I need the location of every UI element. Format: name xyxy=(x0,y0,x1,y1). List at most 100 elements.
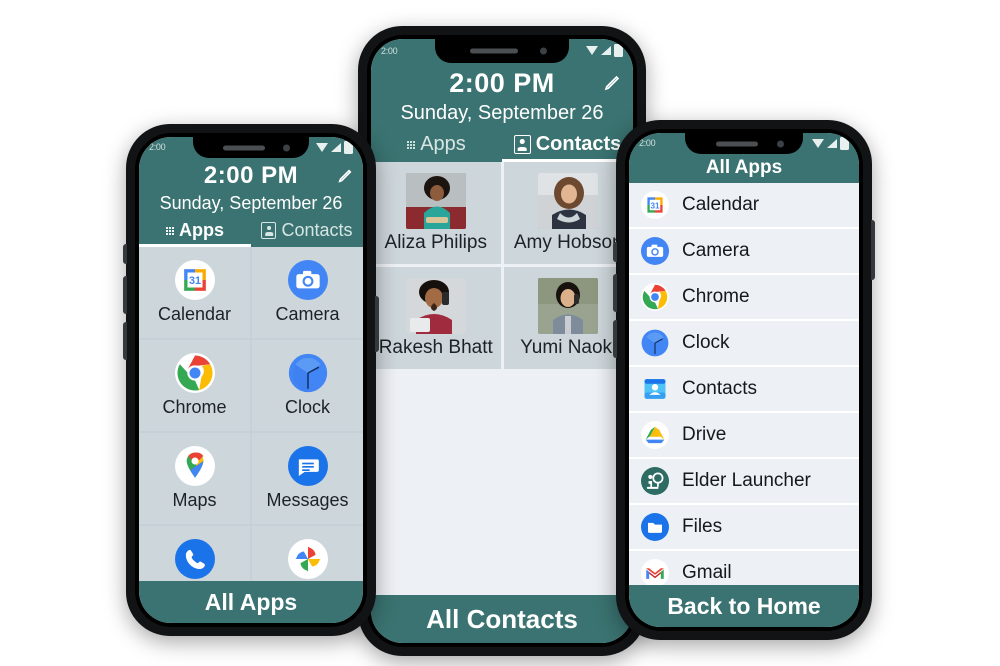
back-to-home-button-label: Back to Home xyxy=(667,592,821,619)
list-item[interactable]: Camera xyxy=(629,229,859,275)
maps-icon xyxy=(174,446,215,486)
list-item[interactable]: 31 Calendar xyxy=(629,183,859,229)
elder-launcher-icon xyxy=(641,467,669,495)
app-tile-chrome[interactable]: Chrome xyxy=(139,340,250,431)
clock-time: 2:00 PM xyxy=(449,67,555,98)
back-to-home-button[interactable]: Back to Home xyxy=(629,585,859,627)
signal-icon xyxy=(331,142,341,152)
phone-notch xyxy=(193,137,309,158)
list-item[interactable]: Gmail xyxy=(629,551,859,585)
app-tile-calendar[interactable]: 31 Calendar xyxy=(139,247,250,338)
contact-cell[interactable]: Aliza Philips xyxy=(371,162,501,264)
wifi-icon xyxy=(812,138,824,148)
pencil-icon[interactable] xyxy=(603,74,621,92)
list-item[interactable]: Files xyxy=(629,505,859,551)
apps-grid-icon xyxy=(166,226,174,235)
svg-text:31: 31 xyxy=(650,202,660,211)
camera-icon xyxy=(641,237,669,265)
messages-icon xyxy=(287,446,328,486)
earpiece-speaker xyxy=(223,145,265,150)
phone-mockup-all-apps: 2:00 All Apps 31 Calendar Camera Chrome … xyxy=(613,120,875,640)
phone-side-button-volume-down[interactable] xyxy=(613,320,617,358)
phone-side-button-mute[interactable] xyxy=(123,244,127,264)
phone-notch xyxy=(685,133,803,154)
list-item-label: Chrome xyxy=(682,286,750,307)
app-tile-clock[interactable]: Clock xyxy=(252,340,363,431)
tab-apps[interactable]: Apps xyxy=(371,133,502,162)
contact-name: Amy Hobson xyxy=(513,231,623,253)
tab-apps[interactable]: Apps xyxy=(139,220,251,247)
clock-icon xyxy=(288,353,328,393)
photos-icon xyxy=(287,539,328,579)
app-tile-label: Calendar xyxy=(157,304,232,324)
phone-side-button-power[interactable] xyxy=(871,220,875,280)
tab-contacts[interactable]: Contacts xyxy=(502,133,633,162)
list-item-label: Elder Launcher xyxy=(682,470,811,491)
phone-screen: 2:00 All Apps 31 Calendar Camera Chrome … xyxy=(629,133,859,627)
contact-cell[interactable]: Rakesh Bhatt xyxy=(371,267,501,369)
phone-mockup-home: 2:00 2:00 PM Sunday, September 26 Apps C… xyxy=(123,124,379,636)
contacts-card-icon xyxy=(513,135,531,154)
phone-side-button-power[interactable] xyxy=(375,296,379,352)
chrome-icon xyxy=(174,353,215,393)
phone-side-button-volume-up[interactable] xyxy=(613,274,617,312)
all-apps-list[interactable]: 31 Calendar Camera Chrome Clock Contacts… xyxy=(629,183,859,585)
clock-row: 2:00 PM xyxy=(371,64,633,102)
wifi-icon xyxy=(586,46,598,55)
app-tile-messages[interactable]: Messages xyxy=(252,433,363,524)
list-item-label: Drive xyxy=(682,424,727,445)
phone-side-button-mute[interactable] xyxy=(613,242,617,262)
app-tile-camera[interactable]: Camera xyxy=(252,247,363,338)
list-item[interactable]: Drive xyxy=(629,413,859,459)
contact-photo-rakesh xyxy=(405,277,466,334)
calendar-icon: 31 xyxy=(641,191,669,219)
files-icon xyxy=(641,513,669,541)
pencil-icon[interactable] xyxy=(337,168,353,184)
contacts-app-icon xyxy=(641,375,669,403)
tab-contacts-label: Contacts xyxy=(535,133,622,155)
all-apps-button-label: All Apps xyxy=(204,588,298,615)
phone-mockup-contacts: 2:00 2:00 PM Sunday, September 26 Apps C… xyxy=(355,26,649,656)
front-camera-dot xyxy=(540,47,547,55)
date-label: Sunday, September 26 xyxy=(400,102,604,124)
phone-side-button-volume-up[interactable] xyxy=(123,276,127,314)
earpiece-speaker xyxy=(716,141,758,146)
contact-name: Aliza Philips xyxy=(384,231,487,253)
phone-bezel: 2:00 2:00 PM Sunday, September 26 Apps C… xyxy=(367,35,637,647)
front-camera-dot xyxy=(283,144,290,151)
phone-side-button-volume-down[interactable] xyxy=(123,322,127,360)
svg-text:31: 31 xyxy=(188,275,200,287)
list-item[interactable]: Clock xyxy=(629,321,859,367)
all-contacts-button[interactable]: All Contacts xyxy=(371,595,633,643)
list-item-label: Camera xyxy=(682,240,750,261)
signal-icon xyxy=(601,46,611,55)
app-tile-maps[interactable]: Maps xyxy=(139,433,250,524)
tab-contacts[interactable]: Contacts xyxy=(251,220,363,247)
tab-apps-label: Apps xyxy=(420,133,466,155)
list-item-label: Clock xyxy=(682,332,730,353)
screenshot-canvas: 2:00 2:00 PM Sunday, September 26 Apps C… xyxy=(0,0,1000,666)
app-tile-phone[interactable]: Phone xyxy=(139,526,250,581)
app-tile-photos[interactable]: Photos xyxy=(252,526,363,581)
contact-photo-yumi xyxy=(538,277,599,334)
phone-bezel: 2:00 All Apps 31 Calendar Camera Chrome … xyxy=(625,129,863,631)
home-header: 2:00 PM Sunday, September 26 Apps Contac… xyxy=(139,157,363,247)
contacts-grid: Aliza Philips Amy Hobson Rakesh Bhatt Yu… xyxy=(371,162,633,595)
app-tile-label: Messages xyxy=(266,490,349,510)
app-tile-label: Clock xyxy=(284,397,330,417)
battery-icon xyxy=(840,136,849,150)
phone-notch xyxy=(435,39,569,63)
list-item[interactable]: Elder Launcher xyxy=(629,459,859,505)
home-app-grid: 31 Calendar Camera Chrome Clock Maps Mes… xyxy=(139,247,363,581)
app-tile-label: Chrome xyxy=(162,397,227,417)
home-tabs: Apps Contacts xyxy=(371,130,633,162)
list-item[interactable]: Chrome xyxy=(629,275,859,321)
list-item[interactable]: Contacts xyxy=(629,367,859,413)
all-apps-button[interactable]: All Apps xyxy=(139,581,363,623)
status-bar-indicators xyxy=(316,140,353,154)
list-item-label: Calendar xyxy=(682,194,760,215)
earpiece-speaker xyxy=(470,48,518,54)
front-camera-dot xyxy=(777,140,784,147)
home-tabs: Apps Contacts xyxy=(139,218,363,247)
contact-name: Yumi Naoki xyxy=(520,336,617,358)
